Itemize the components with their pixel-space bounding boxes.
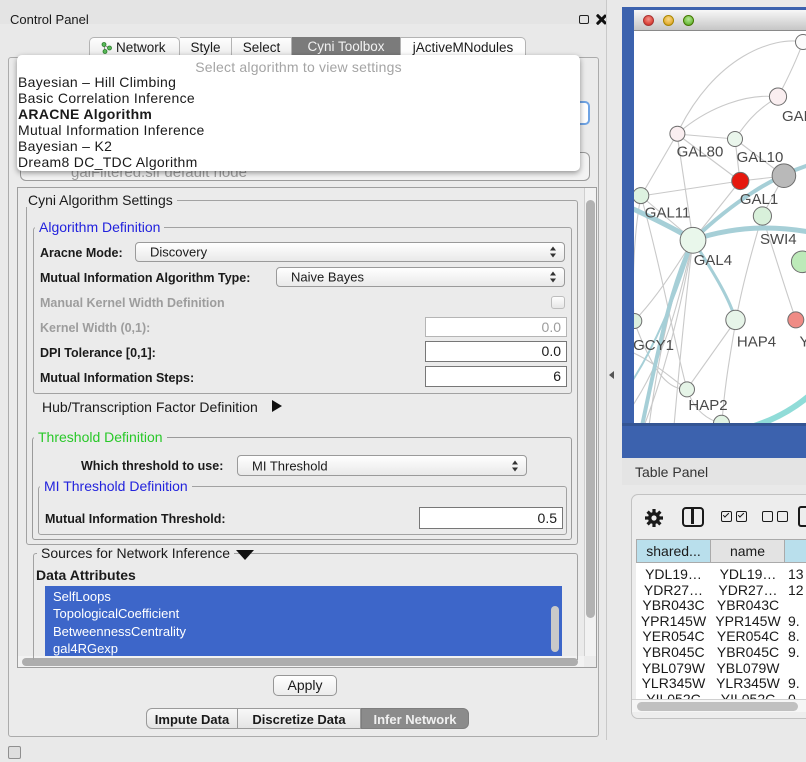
svg-text:GAL7: GAL7 (782, 108, 806, 125)
svg-text:SWI4: SWI4 (760, 231, 797, 248)
svg-text:HAP2: HAP2 (688, 397, 727, 414)
svg-text:GAL11: GAL11 (645, 204, 691, 221)
svg-text:GAL10: GAL10 (737, 149, 784, 166)
svg-text:HAP4: HAP4 (737, 333, 776, 350)
svg-text:GAL80: GAL80 (677, 144, 724, 161)
svg-text:GCY1: GCY1 (634, 337, 674, 354)
svg-text:GAL4: GAL4 (694, 252, 732, 269)
svg-text:GAL1: GAL1 (740, 191, 778, 208)
svg-text:YJ: YJ (800, 333, 806, 350)
